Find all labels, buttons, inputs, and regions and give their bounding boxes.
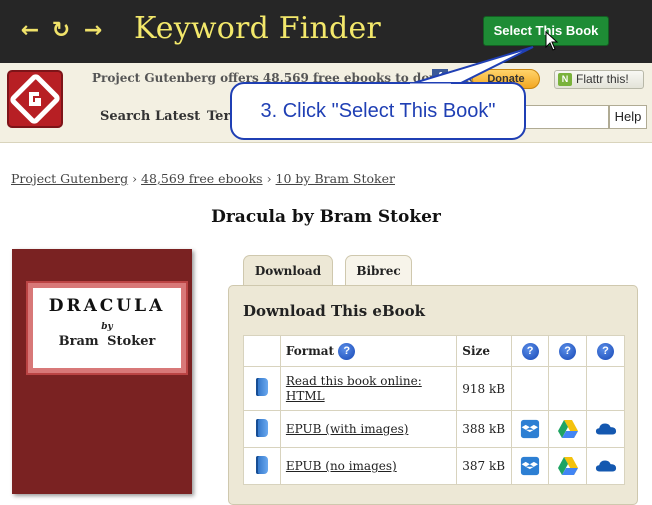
table-row: Read this book online: HTML 918 kB: [243, 366, 625, 411]
onedrive-icon[interactable]: [595, 456, 617, 476]
page-title: Dracula by Bram Stoker: [211, 207, 441, 227]
menu-latest[interactable]: Latest: [155, 109, 200, 124]
format-cell: EPUB (no images): [279, 447, 458, 485]
breadcrumb-author[interactable]: 10 by Bram Stoker: [276, 171, 395, 186]
help-question-icon[interactable]: ?: [597, 342, 615, 360]
app-title: Keyword Finder: [134, 11, 381, 46]
format-cell: Read this book online: HTML: [279, 366, 458, 411]
dropbox-icon[interactable]: [519, 419, 541, 439]
download-heading: Download This eBook: [243, 302, 426, 320]
instruction-callout: 3. Click "Select This Book": [230, 82, 526, 140]
empty-cell: [511, 366, 550, 411]
book-icon: [255, 378, 268, 396]
row-icon-cell: [243, 410, 281, 448]
row-icon-cell: [243, 447, 281, 485]
format-header-label: Format: [285, 343, 335, 358]
help-question-icon[interactable]: ?: [338, 342, 356, 360]
book-icon: [255, 455, 268, 474]
flattr-label: Flattr this!: [576, 72, 629, 86]
breadcrumb-project-gutenberg[interactable]: Project Gutenberg: [11, 171, 128, 186]
menu-terms[interactable]: Ter: [207, 109, 230, 124]
cover-title: DRACULA: [48, 296, 166, 316]
size-cell: 388 kB: [456, 410, 513, 448]
breadcrumb-free-ebooks[interactable]: 48,569 free ebooks: [141, 171, 263, 186]
tab-bibrec[interactable]: Bibrec: [345, 255, 412, 285]
logo-mark-icon: [10, 74, 60, 124]
menu-search[interactable]: Search: [100, 109, 150, 124]
empty-cell: [586, 366, 625, 411]
format-link[interactable]: EPUB (with images): [286, 422, 409, 436]
flattr-icon: N: [558, 73, 572, 86]
size-cell: 918 kB: [456, 366, 513, 411]
help-column-header: ?: [511, 335, 550, 367]
dropbox-cell: [511, 447, 550, 485]
gdrive-cell: [548, 447, 588, 485]
search-input[interactable]: [521, 105, 609, 129]
mouse-cursor-icon: [545, 31, 559, 51]
help-column-header: ?: [586, 335, 625, 367]
dropbox-cell: [511, 410, 550, 448]
breadcrumb-separator: ›: [266, 171, 272, 186]
table-header-row: Format ? Size ? ? ?: [243, 335, 625, 367]
help-button[interactable]: Help: [609, 105, 647, 129]
onedrive-icon[interactable]: [595, 419, 617, 439]
help-question-icon[interactable]: ?: [521, 342, 539, 360]
onedrive-cell: [586, 410, 625, 448]
book-icon: [255, 418, 268, 437]
book-cover: DRACULA by Bram Stoker: [12, 249, 192, 494]
help-column-header: ?: [548, 335, 588, 367]
google-drive-icon[interactable]: [557, 456, 579, 476]
google-drive-icon[interactable]: [557, 419, 579, 439]
cover-author: Bram Stoker: [58, 334, 156, 349]
format-link[interactable]: EPUB (no images): [286, 459, 397, 473]
gdrive-cell: [548, 410, 588, 448]
size-cell: 387 kB: [456, 447, 513, 485]
arrow-left-icon[interactable]: ←: [19, 18, 41, 44]
flattr-button[interactable]: N Flattr this!: [554, 70, 644, 89]
empty-cell: [548, 366, 588, 411]
arrow-right-icon[interactable]: →: [82, 18, 104, 44]
format-cell: EPUB (with images): [279, 410, 458, 448]
size-column-header: Size: [456, 335, 513, 367]
cover-by: by: [101, 322, 113, 332]
breadcrumb-separator: ›: [132, 171, 138, 186]
help-question-icon[interactable]: ?: [559, 342, 577, 360]
icon-column-header: [243, 335, 281, 367]
format-column-header: Format ?: [279, 335, 458, 367]
gutenberg-logo[interactable]: [7, 70, 63, 128]
download-table: Format ? Size ? ? ? Read this book onlin…: [243, 335, 625, 485]
table-row: EPUB (with images) 388 kB: [243, 410, 625, 448]
table-row: EPUB (no images) 387 kB: [243, 447, 625, 485]
onedrive-cell: [586, 447, 625, 485]
tab-download[interactable]: Download: [243, 255, 333, 285]
app-toolbar: ← ↻ → Keyword Finder Select This Book: [0, 0, 652, 63]
format-link[interactable]: Read this book online: HTML: [286, 374, 422, 403]
row-icon-cell: [243, 366, 281, 411]
cover-label: DRACULA by Bram Stoker: [26, 281, 188, 375]
breadcrumb: Project Gutenberg › 48,569 free ebooks ›…: [11, 171, 395, 186]
refresh-icon[interactable]: ↻: [50, 18, 72, 44]
download-panel: Download This eBook Format ? Size ? ? ? …: [228, 285, 638, 505]
dropbox-icon[interactable]: [519, 456, 541, 476]
